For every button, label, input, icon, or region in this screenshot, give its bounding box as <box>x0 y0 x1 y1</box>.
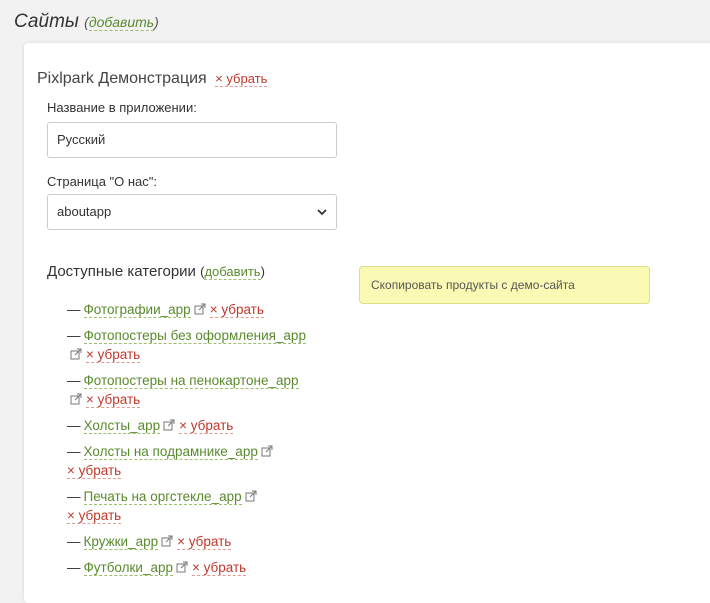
external-link-icon[interactable] <box>161 535 173 547</box>
category-item: — Фотопостеры на пенокартоне_app× убрать <box>67 373 299 408</box>
external-link-icon[interactable] <box>70 393 82 405</box>
category-list: — Фотографии_app × убрать — Фотопостеры без… <box>67 300 312 584</box>
remove-category-link[interactable]: × убрать <box>86 392 141 408</box>
category-item: — Холсты на подрамнике_app× убрать <box>67 442 312 480</box>
page-title: Сайты (добавить) <box>14 11 159 32</box>
about-page-select[interactable]: aboutapp <box>47 194 337 230</box>
remove-category-link[interactable]: × убрать <box>86 347 141 363</box>
category-item: — Печать на оргстекле_app× убрать <box>67 487 312 525</box>
category-link[interactable]: Кружки_app <box>83 534 159 550</box>
external-link-icon[interactable] <box>70 348 82 360</box>
chevron-down-icon <box>317 209 327 216</box>
external-link-icon[interactable] <box>176 561 188 573</box>
app-name-input[interactable]: Русский <box>47 122 337 158</box>
remove-category-link[interactable]: × убрать <box>177 534 232 550</box>
categories-header: Доступные категории (добавить) <box>47 263 265 280</box>
remove-category-link[interactable]: × убрать <box>67 463 122 479</box>
external-link-icon[interactable] <box>245 490 257 502</box>
category-item: — Фотопостеры без оформления_app× убрать <box>67 328 306 363</box>
remove-category-link[interactable]: × убрать <box>209 302 264 318</box>
site-name: Pixlpark Демонстрация <box>37 70 207 87</box>
about-page-label: Страница "О нас": <box>47 174 158 189</box>
add-category-link[interactable]: добавить <box>204 264 261 280</box>
category-item: — Кружки_app × убрать <box>67 534 232 550</box>
remove-category-link[interactable]: × убрать <box>67 508 122 524</box>
category-link[interactable]: Футболки_app <box>83 560 173 576</box>
copy-products-button[interactable]: Скопировать продукты с демо-сайта <box>359 266 650 304</box>
category-link[interactable]: Печать на оргстекле_app <box>83 489 242 505</box>
remove-category-link[interactable]: × убрать <box>179 418 234 434</box>
add-site-link[interactable]: добавить <box>88 14 155 31</box>
site-header: Pixlpark Демонстрация × убрать <box>37 70 268 88</box>
app-name-label: Название в приложении: <box>47 100 197 115</box>
category-link[interactable]: Холсты на подрамнике_app <box>83 444 258 460</box>
category-item: — Футболки_app × убрать <box>67 560 247 576</box>
external-link-icon[interactable] <box>163 419 175 431</box>
remove-site-link[interactable]: × убрать <box>215 71 268 87</box>
external-link-icon[interactable] <box>261 445 273 457</box>
category-link[interactable]: Фотографии_app <box>83 302 191 318</box>
category-item: — Фотографии_app × убрать <box>67 302 264 318</box>
remove-category-link[interactable]: × убрать <box>192 560 247 576</box>
category-item: — Холсты_app × убрать <box>67 418 234 434</box>
about-page-select-value: aboutapp <box>57 204 112 219</box>
categories-label: Доступные категории <box>47 263 196 280</box>
external-link-icon[interactable] <box>194 303 206 315</box>
category-link[interactable]: Фотопостеры на пенокартоне_app <box>83 373 299 389</box>
category-link[interactable]: Фотопостеры без оформления_app <box>83 328 306 344</box>
category-link[interactable]: Холсты_app <box>83 418 161 434</box>
page-title-text: Сайты <box>14 11 79 32</box>
